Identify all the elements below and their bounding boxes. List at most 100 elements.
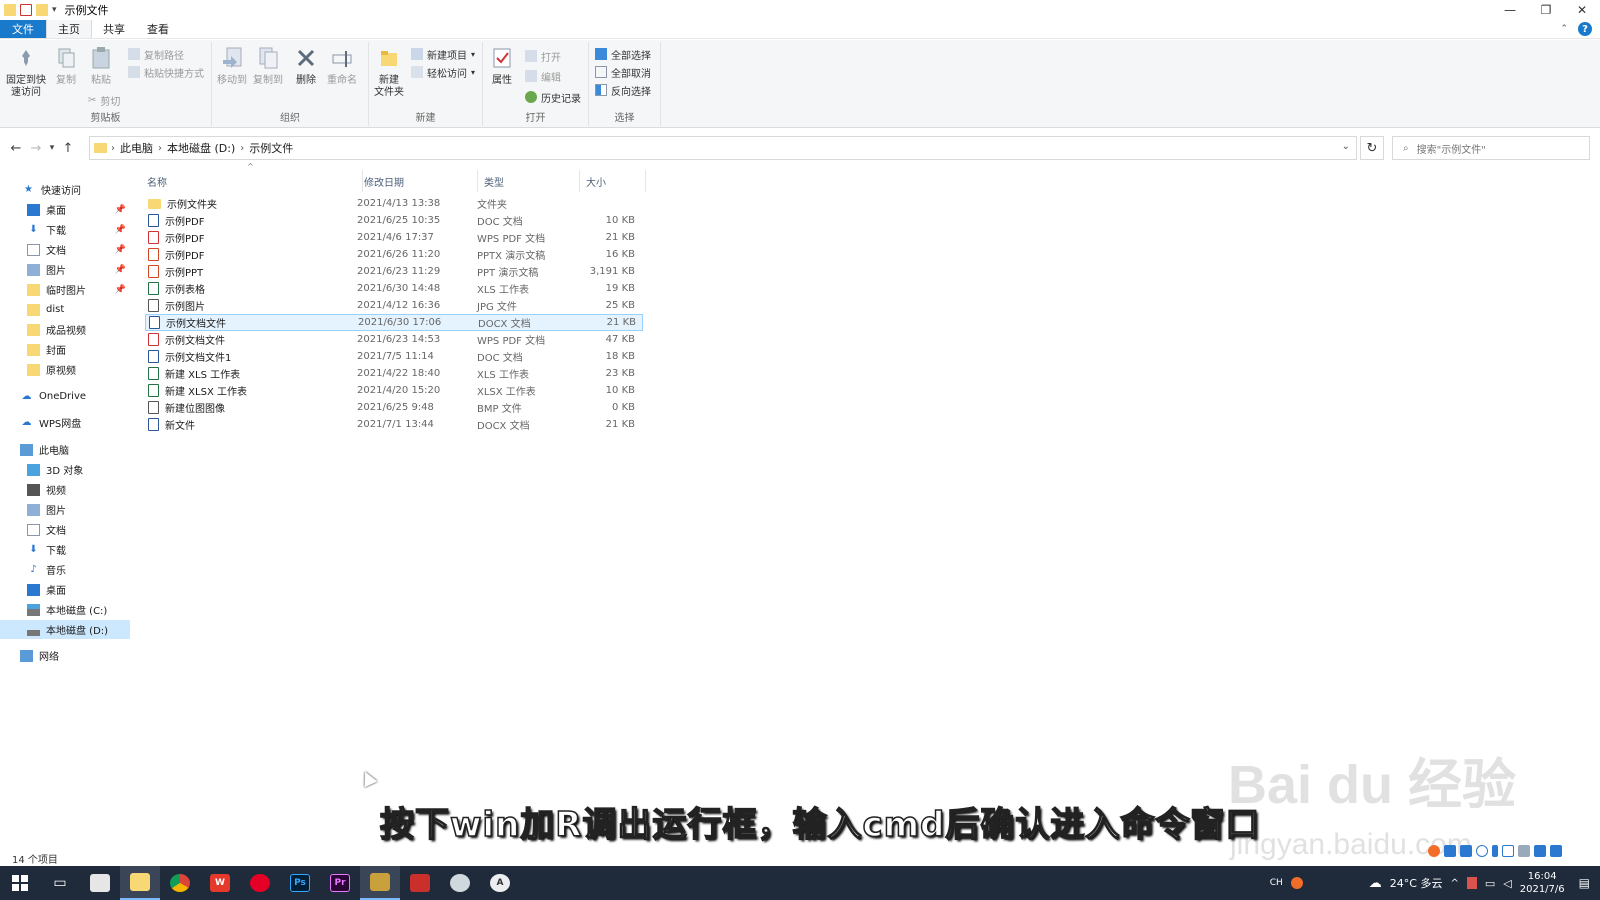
collapse-ribbon-icon[interactable]: ⌃	[1560, 24, 1568, 34]
help-icon[interactable]: ?	[1578, 22, 1592, 36]
nav-quick-downloads[interactable]: ⬇ 下载 📌	[0, 220, 130, 239]
breadcrumb-drive-d[interactable]: 本地磁盘 (D:)	[162, 140, 240, 156]
nav-onedrive[interactable]: ☁ OneDrive	[0, 387, 130, 406]
nav-quick-pictures[interactable]: 图片 📌	[0, 260, 130, 279]
file-row[interactable]: 新建位图图像 2021/6/25 9:48 BMP 文件 0 KB	[145, 399, 643, 416]
history-button[interactable]: 历史记录	[525, 89, 581, 105]
taskbar-app-a[interactable]: A	[480, 866, 520, 900]
file-row[interactable]: 新建 XLS 工作表 2021/4/22 18:40 XLS 工作表 23 KB	[145, 365, 643, 382]
properties-button[interactable]: 属性	[487, 44, 517, 87]
properties-quick-icon[interactable]	[20, 4, 32, 16]
network-icon[interactable]: ▭	[1485, 877, 1495, 890]
sogou-icon[interactable]	[1428, 845, 1440, 857]
customize-quick-access-icon[interactable]: ▾	[52, 5, 57, 15]
nav-quick-documents[interactable]: 文档 📌	[0, 240, 130, 259]
nav-quick-covers[interactable]: 封面	[0, 340, 130, 359]
file-row[interactable]: 示例文件夹 2021/4/13 13:38 文件夹	[145, 195, 643, 212]
taskbar-app-store[interactable]	[80, 866, 120, 900]
task-view-button[interactable]: ▭	[40, 866, 80, 900]
easy-access-button[interactable]: 轻松访问 ▾	[411, 64, 475, 80]
taskbar-premiere[interactable]: Pr	[320, 866, 360, 900]
taskbar-file-explorer[interactable]	[120, 866, 160, 900]
paste-button[interactable]: 粘贴	[86, 44, 116, 87]
file-row[interactable]: 示例文档文件1 2021/7/5 11:14 DOC 文档 18 KB	[145, 348, 643, 365]
tab-file[interactable]: 文件	[0, 20, 46, 38]
refresh-button[interactable]: ↻	[1360, 136, 1384, 160]
file-row[interactable]: 新建 XLSX 工作表 2021/4/20 15:20 XLSX 工作表 10 …	[145, 382, 643, 399]
tab-home[interactable]: 主页	[46, 20, 92, 38]
column-header-date[interactable]: 修改日期	[358, 170, 478, 192]
tab-share[interactable]: 共享	[92, 20, 136, 38]
file-row[interactable]: 示例表格 2021/6/30 14:48 XLS 工作表 19 KB	[145, 280, 643, 297]
address-bar[interactable]: › 此电脑 › 本地磁盘 (D:) › 示例文件 ⌄	[89, 136, 1357, 160]
nav-pc-music[interactable]: ♪ 音乐	[0, 560, 130, 579]
nav-pc-documents[interactable]: 文档	[0, 520, 130, 539]
nav-wps-drive[interactable]: ☁ WPS网盘	[0, 413, 130, 432]
delete-button[interactable]: 删除	[292, 44, 320, 87]
recent-locations-button[interactable]: ▾	[46, 143, 58, 153]
ime-settings-icon[interactable]	[1518, 845, 1530, 857]
new-item-button[interactable]: 新建项目 ▾	[411, 46, 475, 62]
file-row-selected[interactable]: 示例文档文件 2021/6/30 17:06 DOCX 文档 21 KB	[145, 314, 643, 331]
volume-icon[interactable]: ◁	[1503, 877, 1511, 890]
file-row[interactable]: 示例图片 2021/4/12 16:36 JPG 文件 25 KB	[145, 297, 643, 314]
nav-quick-desktop[interactable]: 桌面 📌	[0, 200, 130, 219]
up-button[interactable]: ↑	[58, 141, 78, 156]
paste-shortcut-button[interactable]: 粘贴快捷方式	[128, 64, 204, 80]
breadcrumb-current-folder[interactable]: 示例文件	[244, 140, 298, 156]
sogou-tray-icon[interactable]	[1290, 877, 1303, 889]
rename-button[interactable]: 重命名	[326, 44, 358, 87]
copy-path-button[interactable]: 复制路径	[128, 46, 184, 62]
address-history-icon[interactable]: ⌄	[1342, 141, 1350, 152]
nav-quick-dist[interactable]: dist	[0, 300, 130, 319]
taskbar-netease-music[interactable]	[240, 866, 280, 900]
keyboard-icon[interactable]	[1502, 845, 1514, 857]
file-row[interactable]: 示例文档文件 2021/6/23 14:53 WPS PDF 文档 47 KB	[145, 331, 643, 348]
taskbar-app-round[interactable]	[440, 866, 480, 900]
new-folder-button[interactable]: 新建 文件夹	[373, 44, 405, 99]
column-header-type[interactable]: 类型	[478, 170, 580, 192]
skin-icon[interactable]	[1534, 845, 1546, 857]
nav-pc-3d-objects[interactable]: 3D 对象	[0, 460, 130, 479]
taskbar-photoshop[interactable]: Ps	[280, 866, 320, 900]
nav-pc-desktop[interactable]: 桌面	[0, 580, 130, 599]
weather-cloud-icon[interactable]: ☁	[1369, 876, 1382, 891]
ime-mode-icon[interactable]	[1444, 845, 1456, 857]
select-all-button[interactable]: 全部选择	[595, 46, 651, 62]
restore-button[interactable]: ❐	[1528, 0, 1564, 20]
weather-text[interactable]: 24°C 多云	[1390, 875, 1443, 891]
copy-button[interactable]: 复制	[52, 44, 80, 87]
start-button[interactable]	[0, 866, 40, 900]
select-none-button[interactable]: 全部取消	[595, 64, 651, 80]
search-input[interactable]: ⌕ 搜索"示例文件"	[1392, 136, 1590, 160]
edit-button[interactable]: 编辑	[525, 68, 561, 84]
show-hidden-icons[interactable]: ^	[1450, 878, 1458, 889]
copy-to-button[interactable]: 复制到	[252, 44, 284, 87]
new-folder-quick-icon[interactable]	[36, 4, 48, 16]
back-button[interactable]: ←	[6, 141, 26, 156]
microphone-icon[interactable]	[1492, 845, 1498, 857]
nav-pc-pictures[interactable]: 图片	[0, 500, 130, 519]
nav-network[interactable]: 网络	[0, 646, 130, 665]
nav-this-pc[interactable]: 此电脑	[0, 440, 130, 459]
minimize-button[interactable]: —	[1492, 0, 1528, 20]
nav-pc-drive-c[interactable]: 本地磁盘 (C:)	[0, 600, 130, 619]
taskbar-video-editor[interactable]	[360, 866, 400, 900]
nav-quick-access[interactable]: ★ 快速访问	[0, 180, 130, 199]
forward-button[interactable]: →	[26, 141, 46, 156]
input-language[interactable]: CH	[1270, 878, 1283, 888]
breadcrumb-this-pc[interactable]: 此电脑	[115, 140, 158, 156]
tray-app-icon[interactable]	[1466, 877, 1477, 889]
move-to-button[interactable]: 移动到	[216, 44, 248, 87]
nav-quick-temp-pictures[interactable]: 临时图片 📌	[0, 280, 130, 299]
nav-quick-raw-videos[interactable]: 原视频	[0, 360, 130, 379]
nav-pc-downloads[interactable]: ⬇ 下载	[0, 540, 130, 559]
taskbar-app-red[interactable]	[400, 866, 440, 900]
taskbar-chrome[interactable]	[160, 866, 200, 900]
column-header-name[interactable]: 名称	[141, 170, 363, 192]
file-row[interactable]: 示例PDF 2021/4/6 17:37 WPS PDF 文档 21 KB	[145, 229, 643, 246]
column-header-size[interactable]: 大小	[580, 170, 646, 192]
grid-icon[interactable]	[1550, 845, 1562, 857]
notification-icon[interactable]: ▤	[1579, 876, 1590, 890]
nav-quick-final-videos[interactable]: 成品视频	[0, 320, 130, 339]
